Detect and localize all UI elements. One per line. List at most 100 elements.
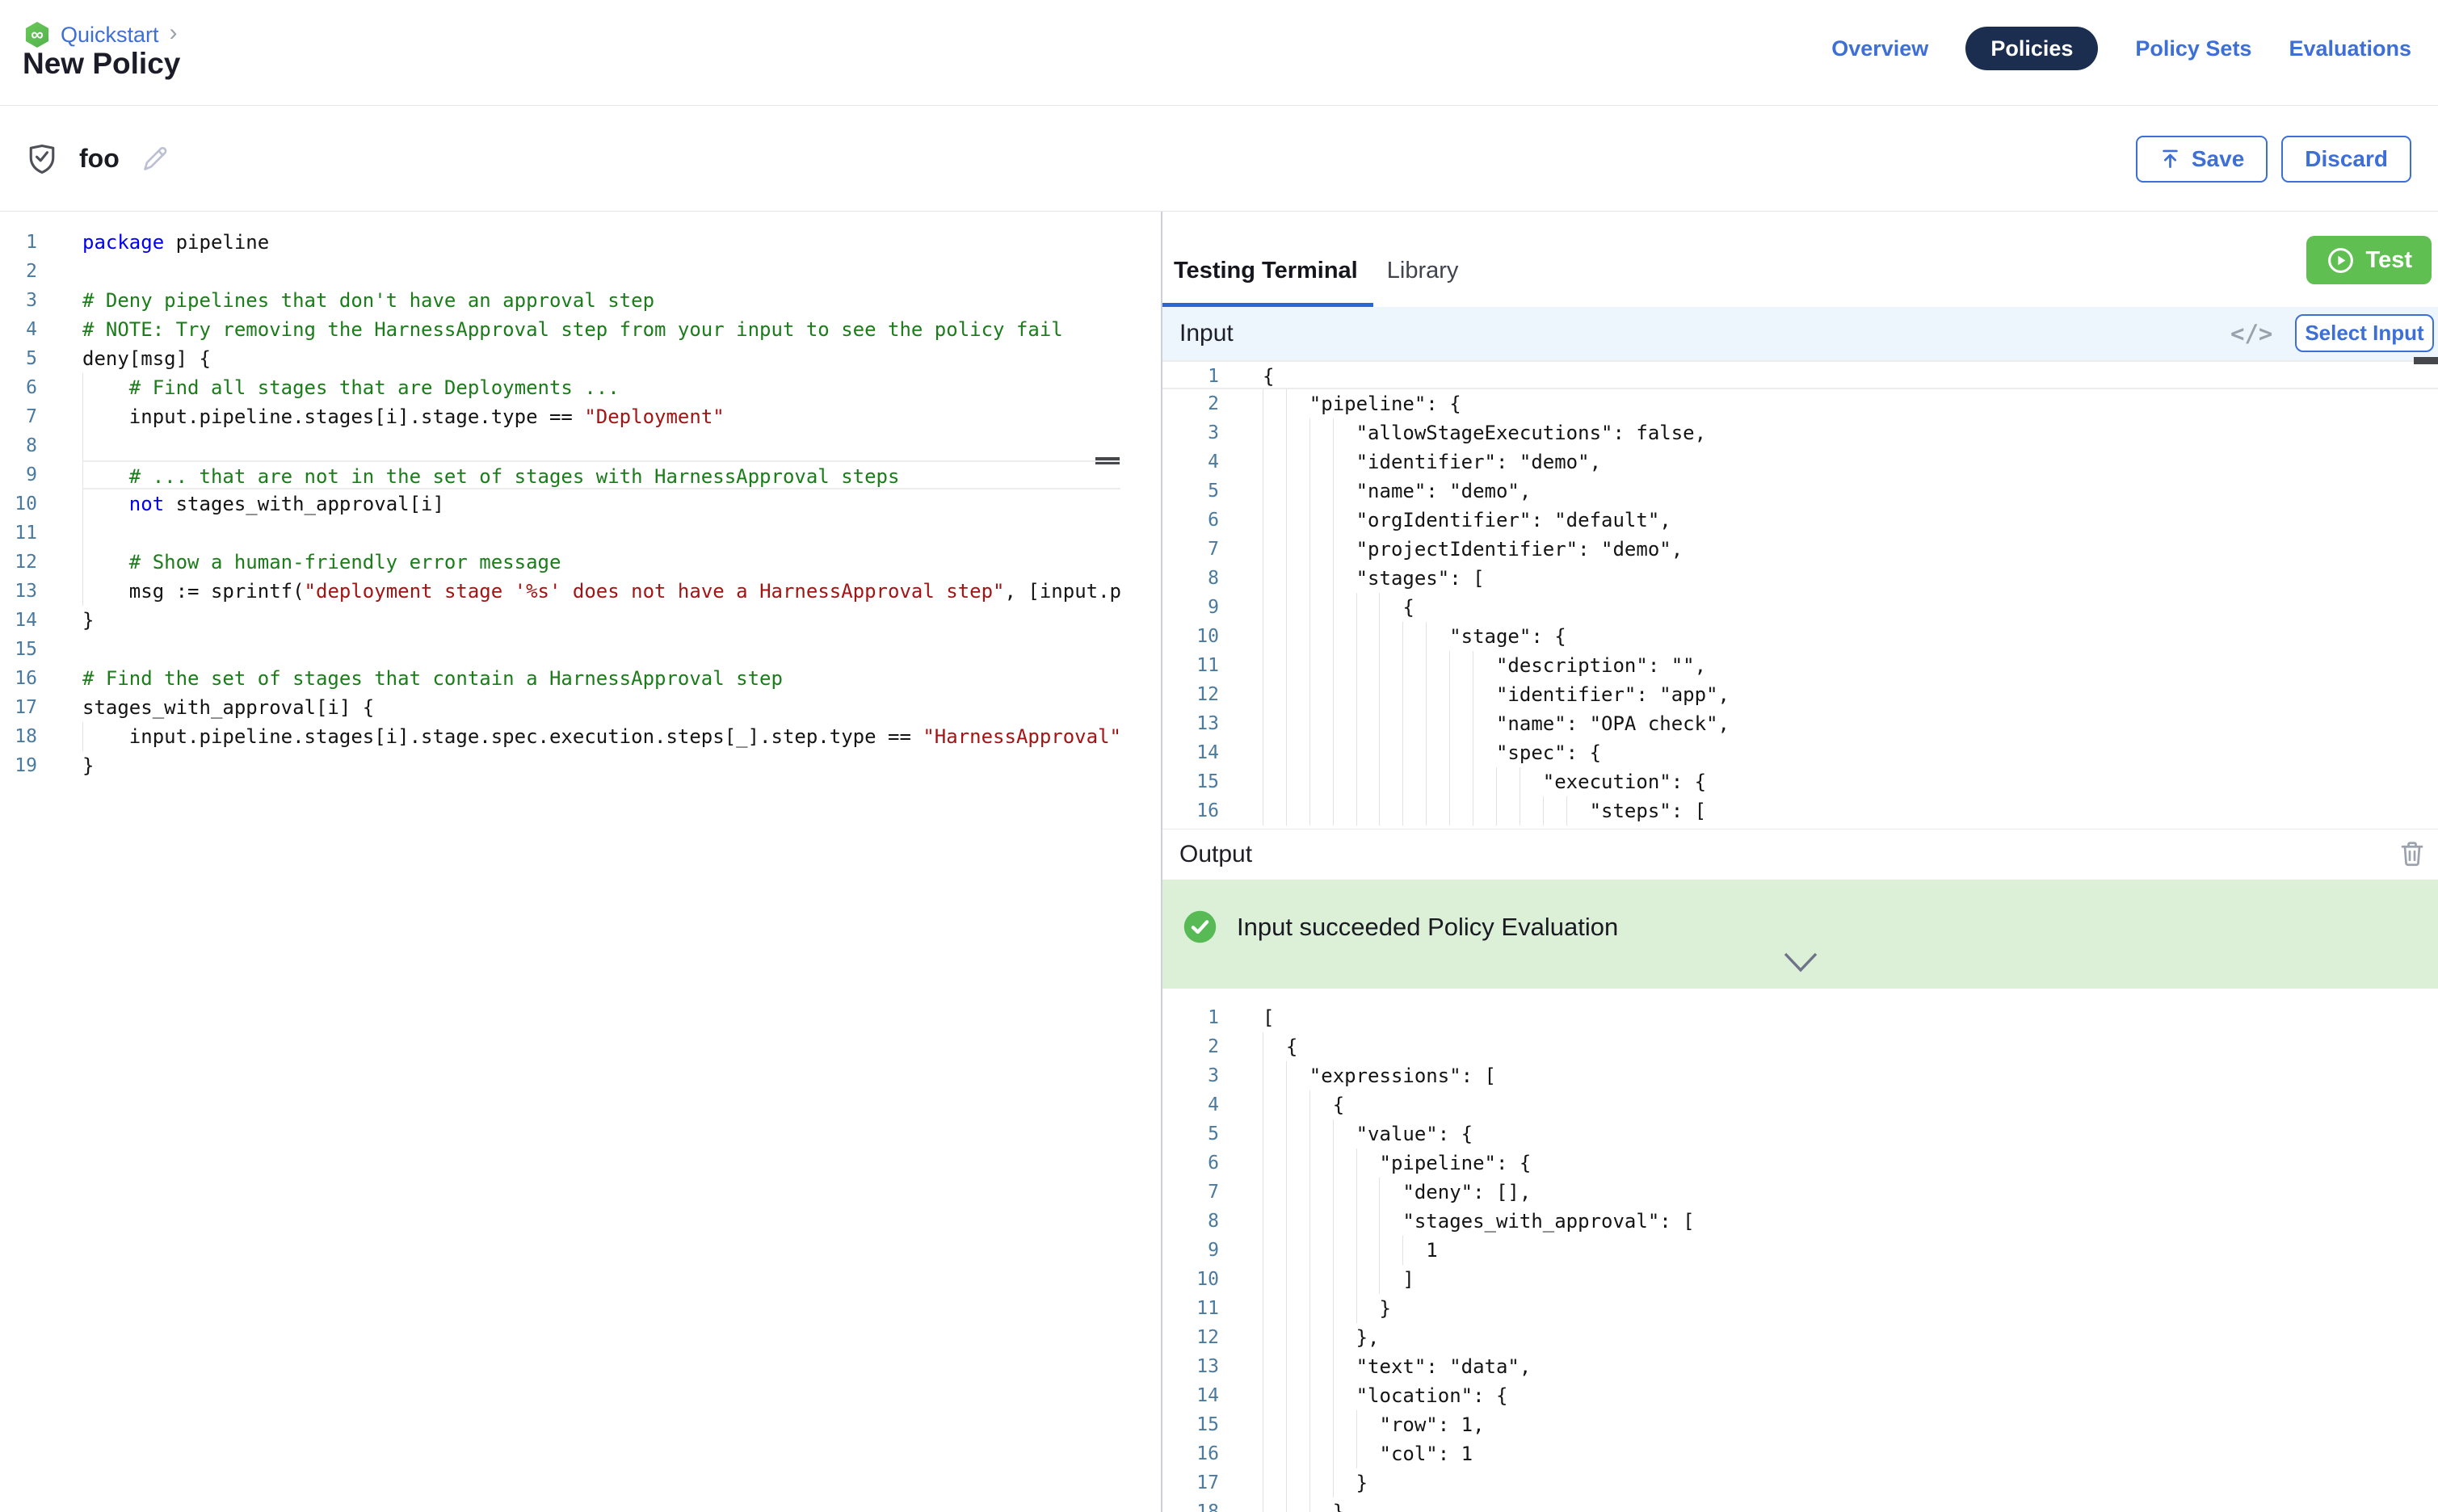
indent-guide [1449, 709, 1450, 738]
indent-guide [1356, 680, 1357, 709]
indent-guide [1286, 1410, 1287, 1439]
indent-guide [1309, 738, 1310, 767]
line-number: 9 [0, 460, 37, 489]
indent-guide [1496, 767, 1497, 796]
indent-guide [1333, 709, 1334, 738]
indent-guide [1402, 1236, 1403, 1265]
indent-guide [1309, 1381, 1310, 1410]
discard-button[interactable]: Discard [2281, 136, 2411, 183]
page-header: ∞ Quickstart › New Policy Overview Polic… [0, 0, 2438, 106]
indent-guide [1333, 477, 1334, 506]
indent-guide [1309, 1294, 1310, 1323]
line-number: 8 [1162, 1207, 1219, 1236]
line-number: 1 [1162, 362, 1219, 388]
nav-policy-sets[interactable]: Policy Sets [2135, 36, 2251, 61]
code-line: 9 { [1162, 593, 2438, 622]
breadcrumb: ∞ Quickstart › [24, 21, 178, 48]
indent-guide [1309, 535, 1310, 564]
indent-guide [1449, 738, 1450, 767]
line-number: 2 [1162, 1032, 1219, 1061]
indent-guide [82, 489, 83, 519]
indent-guide [1286, 1149, 1287, 1178]
code-line: 7 input.pipeline.stages[i].stage.type ==… [0, 402, 1161, 431]
test-label: Test [2366, 247, 2412, 274]
code-line: 13 "name": "OPA check", [1162, 709, 2438, 738]
code-line: 11 } [1162, 1294, 2438, 1323]
indent-guide [1309, 709, 1310, 738]
edit-name-button[interactable] [139, 143, 171, 175]
indent-guide [1286, 564, 1287, 593]
expand-details-button[interactable] [1782, 951, 1819, 976]
indent-guide [1426, 622, 1427, 651]
nav-overview[interactable]: Overview [1831, 36, 1928, 61]
code-view-icon[interactable]: </> [2230, 320, 2272, 347]
terminal-tabs: Testing Terminal Library [1162, 212, 2438, 307]
indent-guide [1356, 709, 1357, 738]
testing-terminal-panel: Testing Terminal Library Test Input </> … [1162, 212, 2438, 1512]
line-number: 10 [1162, 1265, 1219, 1294]
line-number: 7 [1162, 535, 1219, 564]
indent-guide [1286, 593, 1287, 622]
line-number: 18 [0, 722, 37, 751]
trash-icon [2398, 838, 2427, 869]
indent-guide [1356, 767, 1357, 796]
indent-guide [1309, 1410, 1310, 1439]
line-number: 14 [1162, 1381, 1219, 1410]
indent-guide [1286, 1178, 1287, 1207]
line-number: 4 [0, 315, 37, 344]
breadcrumb-project-link[interactable]: Quickstart [61, 23, 159, 48]
code-line: 12 }, [1162, 1323, 2438, 1352]
code-line: 8 "stages": [ [1162, 564, 2438, 593]
indent-guide [1309, 1265, 1310, 1294]
line-number: 14 [1162, 738, 1219, 767]
code-line: 18 } [1162, 1497, 2438, 1512]
code-line: 10 "stage": { [1162, 622, 2438, 651]
indent-guide [1333, 738, 1334, 767]
tab-library[interactable]: Library [1387, 258, 1459, 284]
indent-guide [1333, 1410, 1334, 1439]
indent-guide [1309, 447, 1310, 477]
indent-guide [1286, 738, 1287, 767]
line-number: 12 [0, 548, 37, 577]
save-button[interactable]: Save [2136, 136, 2268, 183]
line-number: 7 [1162, 1178, 1219, 1207]
indent-guide [1379, 1236, 1380, 1265]
code-line: 9 # ... that are not in the set of stage… [0, 460, 1161, 489]
line-number: 16 [1162, 796, 1219, 825]
nav-evaluations[interactable]: Evaluations [2289, 36, 2411, 61]
indent-guide [1286, 1294, 1287, 1323]
indent-guide [1333, 447, 1334, 477]
code-line: 13 "text": "data", [1162, 1352, 2438, 1381]
line-number: 11 [1162, 1294, 1219, 1323]
code-line: 4 { [1162, 1090, 2438, 1119]
indent-guide [1402, 738, 1403, 767]
indent-guide [1426, 651, 1427, 680]
indent-guide [1309, 1497, 1310, 1512]
indent-guide [1333, 593, 1334, 622]
code-line: 15 "row": 1, [1162, 1410, 2438, 1439]
code-line: 2 "pipeline": { [1162, 389, 2438, 418]
indent-guide [1379, 1178, 1380, 1207]
policy-code-editor[interactable]: 1package pipeline23# Deny pipelines that… [0, 212, 1161, 1512]
indent-guide [1356, 593, 1357, 622]
indent-guide [1333, 767, 1334, 796]
indent-guide [1309, 680, 1310, 709]
tab-testing-terminal[interactable]: Testing Terminal [1174, 258, 1358, 284]
line-number: 4 [1162, 1090, 1219, 1119]
indent-guide [1309, 1236, 1310, 1265]
test-button[interactable]: Test [2306, 236, 2432, 284]
indent-guide [1309, 1119, 1310, 1149]
indent-guide [1426, 680, 1427, 709]
indent-guide [1286, 418, 1287, 447]
code-line: 14 "spec": { [1162, 738, 2438, 767]
clear-output-button[interactable] [2398, 838, 2427, 872]
output-json-editor[interactable]: 1[2 {3 "expressions": [4 {5 "value": {6 … [1162, 989, 2438, 1512]
nav-policies[interactable]: Policies [1965, 27, 2098, 70]
select-input-button[interactable]: Select Input [2295, 314, 2434, 352]
indent-guide [1286, 1061, 1287, 1090]
indent-guide [1496, 796, 1497, 825]
indent-guide [1356, 1149, 1357, 1178]
indent-guide [1309, 1178, 1310, 1207]
code-line: 1package pipeline [0, 228, 1161, 257]
input-json-editor[interactable]: 1{2 "pipeline": {3 "allowStageExecutions… [1162, 360, 2438, 829]
